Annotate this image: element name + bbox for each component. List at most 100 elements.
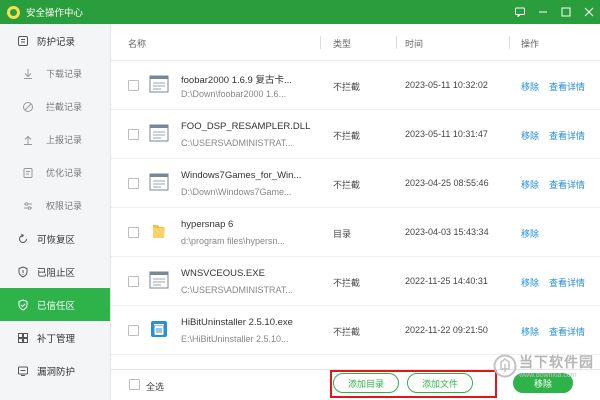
sidebar-item-permission-records[interactable]: 权限记录 xyxy=(0,189,110,222)
window-icon xyxy=(149,74,169,94)
column-separator xyxy=(320,36,321,49)
table-row: HiBitUninstaller 2.5.10.exe E:\HiBitUnin… xyxy=(111,306,600,355)
trusted-shield-icon xyxy=(17,298,29,311)
row-checkbox[interactable] xyxy=(128,276,139,287)
maximize-icon xyxy=(561,7,570,17)
column-header-name: 名称 xyxy=(128,39,147,49)
file-type: 不拦截 xyxy=(333,82,361,92)
column-separator xyxy=(509,36,510,49)
sidebar-item-label: 下载记录 xyxy=(46,69,83,79)
file-name: foobar2000 1.6.9 复古卡... xyxy=(181,75,292,86)
close-button[interactable] xyxy=(577,0,600,24)
table-header: 名称 类型 时间 操作 xyxy=(111,24,600,61)
block-icon xyxy=(22,101,34,113)
main-panel: 名称 类型 时间 操作 foobar2000 1.6.9 复古卡... D:\D… xyxy=(111,24,600,400)
row-checkbox[interactable] xyxy=(128,129,139,140)
sidebar-item-block-records[interactable]: 拦截记录 xyxy=(0,90,110,123)
table-row: hypersnap 6 d:\program files\hypersn... … xyxy=(111,208,600,257)
sidebar-item-trusted-zone[interactable]: 已信任区 xyxy=(0,288,110,321)
window-icon xyxy=(149,123,169,143)
remove-link[interactable]: 移除 xyxy=(521,276,539,289)
sidebar-item-protection-records[interactable]: 防护记录 xyxy=(0,24,110,57)
close-icon xyxy=(584,7,593,17)
file-name: WNSVCEOUS.EXE xyxy=(181,268,265,279)
maximize-button[interactable] xyxy=(554,0,577,24)
sidebar-item-restore-zone[interactable]: 可恢复区 xyxy=(0,222,110,255)
optimize-icon xyxy=(22,167,34,179)
file-time: 2023-04-03 15:43:34 xyxy=(405,227,489,237)
shield-list-icon xyxy=(17,35,29,47)
view-details-link[interactable]: 查看详情 xyxy=(549,178,585,191)
sidebar-item-label: 拦截记录 xyxy=(46,102,83,112)
remove-link[interactable]: 移除 xyxy=(521,178,539,191)
watermark-text: 当下软件园 xyxy=(519,354,594,370)
file-type: 不拦截 xyxy=(333,131,361,141)
sidebar-item-label: 权限记录 xyxy=(46,201,83,211)
vulnerability-icon xyxy=(17,365,29,377)
file-type: 不拦截 xyxy=(333,327,361,337)
row-checkbox[interactable] xyxy=(128,80,139,91)
sidebar-item-download-records[interactable]: 下载记录 xyxy=(0,57,110,90)
table-row: Windows7Games_for_Win... D:\Down\Windows… xyxy=(111,159,600,208)
table-row: FOO_DSP_RESAMPLER.DLL C:\USERS\ADMINISTR… xyxy=(111,110,600,159)
window-icon xyxy=(149,270,169,290)
window-title: 安全操作中心 xyxy=(26,8,84,19)
sidebar-item-label: 补丁管理 xyxy=(37,333,76,345)
file-name: HiBitUninstaller 2.5.10.exe xyxy=(181,317,293,328)
view-details-link[interactable]: 查看详情 xyxy=(549,80,585,93)
view-details-link[interactable]: 查看详情 xyxy=(549,276,585,289)
watermark-url: www.downxia.com xyxy=(519,372,577,379)
file-time: 2022-11-22 09:21:50 xyxy=(405,325,488,335)
column-separator xyxy=(396,36,397,49)
sidebar-item-label: 可恢复区 xyxy=(37,234,76,246)
minimize-button[interactable] xyxy=(531,0,554,24)
restore-icon xyxy=(17,233,29,245)
select-all-checkbox[interactable] xyxy=(129,379,140,390)
file-name: Windows7Games_for_Win... xyxy=(181,170,302,181)
sidebar-item-label: 优化记录 xyxy=(46,168,83,178)
sidebar-item-label: 已信任区 xyxy=(37,300,76,312)
upload-icon xyxy=(22,134,34,146)
column-header-type: 类型 xyxy=(333,39,352,49)
row-checkbox[interactable] xyxy=(128,227,139,238)
select-all-label: 全选 xyxy=(146,382,165,392)
file-path: d:\program files\hypersn... xyxy=(181,236,286,246)
sidebar-item-label: 已阻止区 xyxy=(37,267,76,279)
patch-icon xyxy=(17,332,29,344)
table-row: WNSVCEOUS.EXE C:\USERS\ADMINISTRAT... 不拦… xyxy=(111,257,600,306)
remove-link[interactable]: 移除 xyxy=(521,80,539,93)
sidebar-item-report-records[interactable]: 上报记录 xyxy=(0,123,110,156)
view-details-link[interactable]: 查看详情 xyxy=(549,325,585,338)
file-time: 2023-05-11 10:32:02 xyxy=(405,80,488,90)
watermark-logo-icon xyxy=(493,354,517,378)
file-type: 目录 xyxy=(333,229,352,239)
watermark: 当下软件园 www.downxia.com xyxy=(491,350,596,390)
table-row: foobar2000 1.6.9 复古卡... D:\Down\foobar20… xyxy=(111,61,600,110)
file-path: E:\HiBitUninstaller 2.5.10... xyxy=(181,334,289,344)
view-details-link[interactable]: 查看详情 xyxy=(549,129,585,142)
sidebar-item-blocked-zone[interactable]: 已阻止区 xyxy=(0,255,110,288)
uninstaller-icon xyxy=(149,319,169,339)
row-checkbox[interactable] xyxy=(128,325,139,336)
remove-link[interactable]: 移除 xyxy=(521,129,539,142)
feedback-button[interactable] xyxy=(508,0,531,24)
column-header-action: 操作 xyxy=(521,39,540,49)
file-path: C:\USERS\ADMINISTRAT... xyxy=(181,285,293,295)
blocked-shield-icon xyxy=(17,265,29,278)
window-icon xyxy=(149,172,169,192)
file-name: FOO_DSP_RESAMPLER.DLL xyxy=(181,121,311,132)
remove-link[interactable]: 移除 xyxy=(521,227,539,240)
folder-icon xyxy=(149,221,169,241)
sidebar-item-label: 漏洞防护 xyxy=(37,366,76,378)
sidebar-item-patch-management[interactable]: 补丁管理 xyxy=(0,321,110,354)
file-path: D:\Down\Windows7Game... xyxy=(181,187,292,197)
sidebar-item-label: 防护记录 xyxy=(37,36,76,48)
sidebar-item-optimize-records[interactable]: 优化记录 xyxy=(0,156,110,189)
remove-link[interactable]: 移除 xyxy=(521,325,539,338)
sidebar-item-vulnerability-protection[interactable]: 漏洞防护 xyxy=(0,354,110,387)
file-name: hypersnap 6 xyxy=(181,219,234,230)
file-time: 2023-05-11 10:31:47 xyxy=(405,129,488,139)
row-checkbox[interactable] xyxy=(128,178,139,189)
title-bar: 安全操作中心 xyxy=(0,0,600,24)
file-path: C:\USERS\ADMINISTRAT... xyxy=(181,138,293,148)
